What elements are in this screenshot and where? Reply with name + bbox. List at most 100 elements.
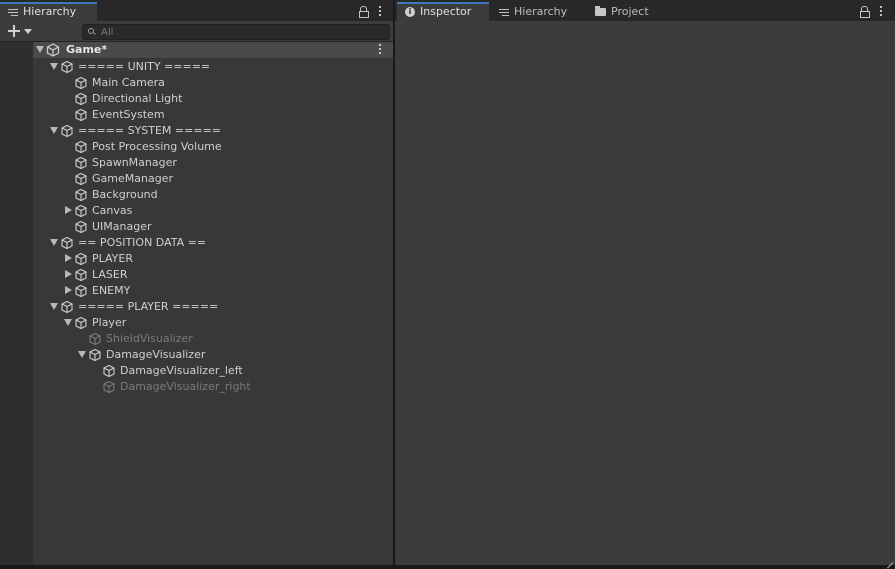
hierarchy-item[interactable]: ===== PLAYER ===== bbox=[33, 299, 393, 315]
hierarchy-item[interactable]: PLAYER bbox=[33, 251, 393, 267]
more-options-icon[interactable] bbox=[374, 4, 386, 18]
tab-hierarchy-secondary[interactable]: Hierarchy bbox=[491, 2, 583, 21]
tab-hierarchy[interactable]: Hierarchy bbox=[0, 2, 97, 21]
foldout-open-icon[interactable] bbox=[50, 239, 58, 246]
hierarchy-item[interactable]: EventSystem bbox=[33, 107, 393, 123]
tab-inspector-label: Inspector bbox=[420, 5, 472, 18]
hierarchy-item[interactable]: LASER bbox=[33, 267, 393, 283]
gameobject-cube-icon bbox=[75, 284, 87, 298]
hierarchy-item-label: Directional Light bbox=[92, 92, 183, 105]
hierarchy-item[interactable]: Directional Light bbox=[33, 91, 393, 107]
hierarchy-item-label: Post Processing Volume bbox=[92, 140, 222, 153]
hierarchy-item-label: SpawnManager bbox=[92, 156, 177, 169]
more-options-icon[interactable] bbox=[875, 4, 887, 18]
resize-handle-icon[interactable] bbox=[885, 555, 893, 563]
gameobject-cube-icon bbox=[75, 172, 87, 186]
foldout-open-icon[interactable] bbox=[50, 303, 58, 310]
scene-name: Game* bbox=[66, 43, 108, 56]
search-field[interactable] bbox=[82, 24, 390, 40]
create-button[interactable] bbox=[6, 23, 34, 39]
gameobject-cube-icon bbox=[75, 140, 87, 154]
foldout-arrow-icon[interactable] bbox=[36, 46, 44, 53]
hierarchy-item[interactable]: Player bbox=[33, 315, 393, 331]
gameobject-cube-icon bbox=[75, 220, 87, 234]
gameobject-cube-icon bbox=[61, 236, 73, 250]
gameobject-cube-icon bbox=[89, 348, 101, 362]
lock-icon[interactable] bbox=[357, 4, 369, 18]
hierarchy-item[interactable]: ===== SYSTEM ===== bbox=[33, 123, 393, 139]
hierarchy-item[interactable]: UIManager bbox=[33, 219, 393, 235]
hierarchy-tree: Game* ===== UNITY ===== Main Camera Direct… bbox=[33, 42, 393, 565]
hierarchy-item[interactable]: Post Processing Volume bbox=[33, 139, 393, 155]
tab-hierarchy-label: Hierarchy bbox=[23, 5, 77, 18]
hierarchy-item[interactable]: GameManager bbox=[33, 171, 393, 187]
gameobject-cube-icon bbox=[75, 108, 87, 122]
hierarchy-item-label: GameManager bbox=[92, 172, 173, 185]
hierarchy-item-label: PLAYER bbox=[92, 252, 133, 265]
hierarchy-item-label: EventSystem bbox=[92, 108, 165, 121]
gameobject-cube-icon bbox=[61, 300, 73, 314]
hierarchy-item-label: Background bbox=[92, 188, 158, 201]
hierarchy-item-label: ENEMY bbox=[92, 284, 131, 297]
gameobject-cube-icon bbox=[61, 124, 73, 138]
gameobject-cube-icon bbox=[89, 332, 101, 346]
hierarchy-item-label: ===== PLAYER ===== bbox=[78, 300, 219, 313]
list-icon bbox=[8, 7, 18, 17]
inspector-tabbar: i Inspector Hierarchy Project bbox=[395, 0, 895, 21]
hierarchy-item[interactable]: ===== UNITY ===== bbox=[33, 59, 393, 75]
hierarchy-item-label: LASER bbox=[92, 268, 128, 281]
foldout-closed-icon[interactable] bbox=[65, 270, 72, 278]
scene-menu-icon[interactable] bbox=[375, 43, 385, 57]
search-input[interactable] bbox=[96, 26, 381, 38]
hierarchy-item-label: DamageVisualizer bbox=[106, 348, 206, 361]
hierarchy-item-label: ===== SYSTEM ===== bbox=[78, 124, 222, 137]
gameobject-cube-icon bbox=[75, 188, 87, 202]
hierarchy-item[interactable]: DamageVisualizer_left bbox=[33, 363, 393, 379]
tab-hierarchy-secondary-label: Hierarchy bbox=[514, 5, 568, 18]
hierarchy-item[interactable]: DamageVisualizer bbox=[33, 347, 393, 363]
folder-icon bbox=[595, 5, 606, 16]
foldout-open-icon[interactable] bbox=[50, 127, 58, 134]
gameobject-cube-icon bbox=[75, 92, 87, 106]
hierarchy-item-label: ShieldVisualizer bbox=[106, 332, 193, 345]
gameobject-cube-icon bbox=[75, 252, 87, 266]
hierarchy-item[interactable]: Main Camera bbox=[33, 75, 393, 91]
hierarchy-item-label: == POSITION DATA == bbox=[78, 236, 207, 249]
foldout-closed-icon[interactable] bbox=[65, 254, 72, 262]
scene-row[interactable]: Game* bbox=[33, 42, 393, 59]
gameobject-cube-icon bbox=[61, 60, 73, 74]
hierarchy-item-label: DamageVisualizer_left bbox=[120, 364, 243, 377]
gameobject-cube-icon bbox=[75, 268, 87, 282]
hierarchy-item[interactable]: Canvas bbox=[33, 203, 393, 219]
inspector-body bbox=[395, 21, 895, 565]
hierarchy-panel: Hierarchy Game* ===== UNITY ===== Main Ca… bbox=[0, 0, 393, 565]
hierarchy-gutter bbox=[0, 42, 33, 565]
hierarchy-item-label: UIManager bbox=[92, 220, 152, 233]
chevron-down-icon bbox=[24, 29, 32, 34]
hierarchy-item[interactable]: ShieldVisualizer bbox=[33, 331, 393, 347]
inspector-panel: i Inspector Hierarchy Project bbox=[395, 0, 895, 565]
gameobject-cube-icon bbox=[103, 380, 115, 394]
foldout-open-icon[interactable] bbox=[50, 63, 58, 70]
gameobject-cube-icon bbox=[75, 204, 87, 218]
tab-inspector[interactable]: i Inspector bbox=[397, 2, 489, 21]
list-icon bbox=[499, 7, 509, 17]
foldout-closed-icon[interactable] bbox=[65, 206, 72, 214]
hierarchy-item[interactable]: Background bbox=[33, 187, 393, 203]
search-icon bbox=[88, 28, 96, 36]
hierarchy-item-label: Main Camera bbox=[92, 76, 165, 89]
hierarchy-item[interactable]: DamageVisualizer_right bbox=[33, 379, 393, 395]
unity-scene-icon bbox=[46, 43, 60, 57]
tab-project[interactable]: Project bbox=[587, 2, 671, 21]
foldout-open-icon[interactable] bbox=[78, 351, 86, 358]
hierarchy-item-label: Canvas bbox=[92, 204, 133, 217]
hierarchy-item[interactable]: ENEMY bbox=[33, 283, 393, 299]
hierarchy-item-label: Player bbox=[92, 316, 127, 329]
gameobject-cube-icon bbox=[75, 76, 87, 90]
lock-icon[interactable] bbox=[858, 4, 870, 18]
foldout-open-icon[interactable] bbox=[64, 319, 72, 326]
foldout-closed-icon[interactable] bbox=[65, 286, 72, 294]
hierarchy-item-label: DamageVisualizer_right bbox=[120, 380, 251, 393]
hierarchy-item[interactable]: SpawnManager bbox=[33, 155, 393, 171]
hierarchy-item[interactable]: == POSITION DATA == bbox=[33, 235, 393, 251]
